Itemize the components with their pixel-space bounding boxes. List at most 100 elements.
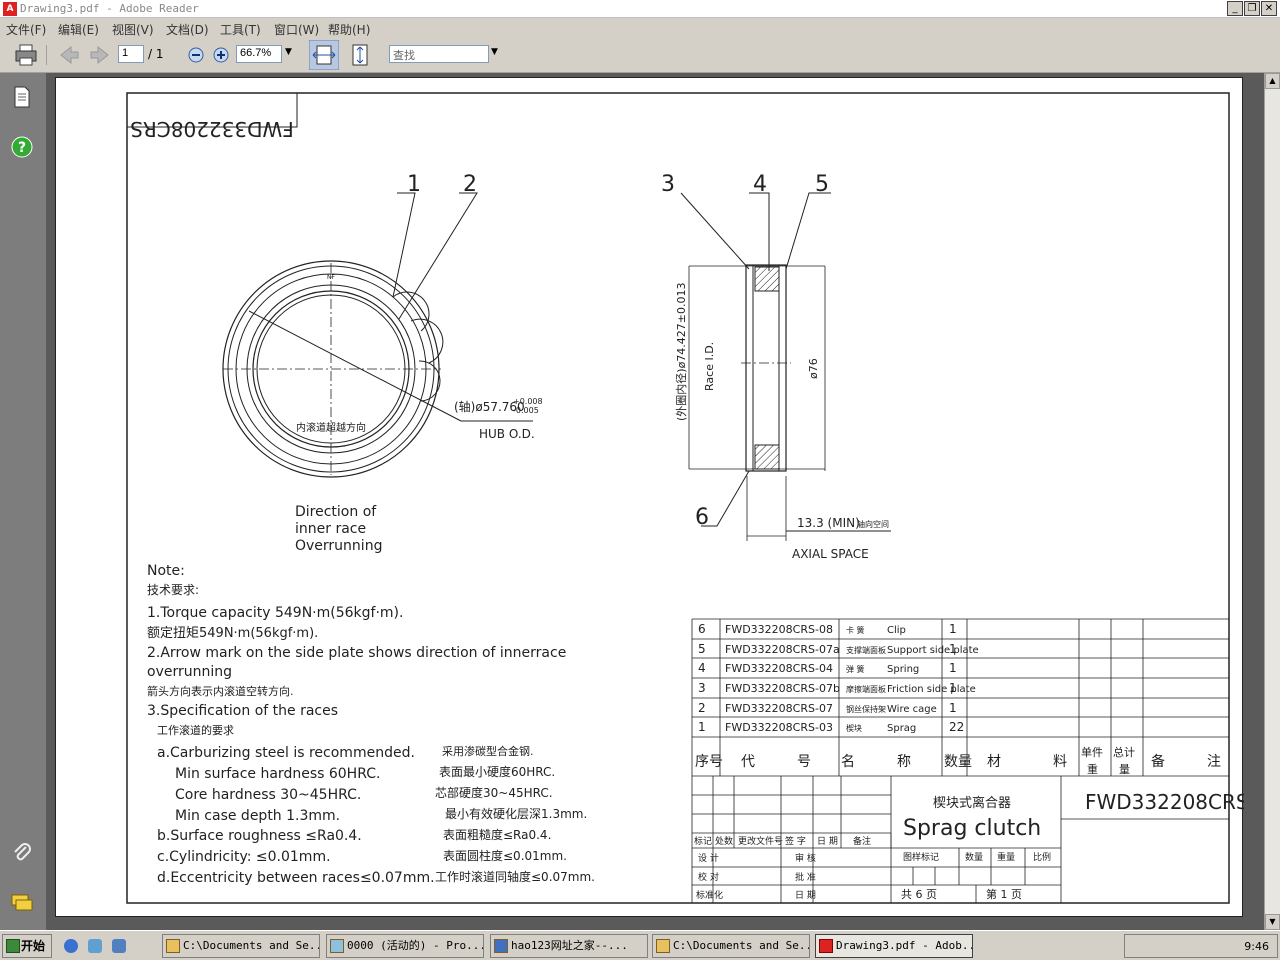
task-explorer-2[interactable]: C:\Documents and Se... (652, 934, 810, 958)
bom-header-qty: 数量 (944, 754, 972, 770)
help-icon[interactable]: ? (10, 135, 34, 159)
callout-6: 6 (695, 505, 709, 530)
app-icon (330, 939, 344, 953)
ie-icon[interactable] (64, 939, 78, 953)
svg-text:数量: 数量 (965, 851, 983, 863)
scroll-down-button[interactable]: ▼ (1265, 914, 1280, 930)
svg-text:标记: 标记 (694, 835, 712, 847)
next-page-icon[interactable] (86, 41, 114, 69)
bom-header-name-1: 名 (841, 754, 855, 770)
vertical-scrollbar[interactable]: ▲ ▼ (1264, 73, 1280, 930)
svg-text:批 准: 批 准 (795, 871, 816, 883)
svg-text:图样标记: 图样标记 (903, 851, 939, 863)
bom-header: 序号 代 号 名 称 数量 材 料 单件 重 总计 量 备 注 (695, 745, 1221, 776)
axial-cn: 轴向空间 (857, 519, 889, 529)
page-number-input[interactable]: 1 (118, 45, 144, 63)
navigation-panel: ? (0, 73, 46, 930)
bom-row-no: 4 (698, 661, 706, 675)
direction-line-3: Overrunning (295, 538, 382, 554)
menu-edit[interactable]: 编辑(E) (58, 21, 99, 38)
fit-width-icon[interactable] (309, 40, 339, 70)
bom-row-name-cn: 钢丝保持架 (846, 704, 886, 714)
bom-row-qty: 1 (949, 661, 957, 675)
spec-d-en: d.Eccentricity between races≤0.07mm. (157, 870, 435, 886)
print-icon[interactable] (12, 41, 40, 69)
bom-row-code: FWD332208CRS-08 (725, 623, 833, 636)
start-button[interactable]: 开始 (2, 934, 52, 958)
zoom-dropdown-icon[interactable]: ▼ (285, 47, 292, 57)
bom-header-unit: 单件 (1081, 746, 1103, 759)
note-line-4: overrunning (147, 664, 232, 680)
svg-text:签 字: 签 字 (785, 835, 806, 847)
task-drawing3[interactable]: Drawing3.pdf - Adob... (815, 934, 973, 958)
svg-text:设 计: 设 计 (698, 852, 719, 864)
svg-text:处数: 处数 (715, 835, 733, 847)
note-line-6: 3.Specification of the races (147, 703, 338, 719)
scroll-up-button[interactable]: ▲ (1265, 73, 1280, 89)
menu-help[interactable]: 帮助(H) (328, 21, 370, 38)
svg-text:校 对: 校 对 (698, 871, 719, 883)
axial-label: AXIAL SPACE (792, 547, 869, 561)
pdf-icon (819, 939, 833, 953)
bom-row-code: FWD332208CRS-07 (725, 702, 833, 715)
search-input[interactable]: 查找 (389, 45, 489, 63)
spec-b-en: b.Surface roughness ≤Ra0.4. (157, 828, 362, 844)
pages-icon[interactable] (10, 85, 34, 109)
adobe-reader-icon: A (3, 2, 17, 16)
callout-3: 3 (661, 172, 675, 197)
svg-text:共 6 页: 共 6 页 (901, 888, 937, 901)
fit-page-icon[interactable] (346, 41, 374, 69)
titleblock-labels: 标记 处数 更改文件号 签 字 日 期 备注 设 计 审 核 校 对 批 准 标… (694, 835, 1051, 901)
folder-icon (656, 939, 670, 953)
system-tray: 9:46 (1124, 934, 1278, 958)
menu-bar: 文件(F) 编辑(E) 视图(V) 文档(D) 工具(T) 窗口(W) 帮助(H… (0, 18, 1280, 37)
od-dim: ø76 (807, 358, 820, 379)
bom-header-code-2: 号 (797, 754, 811, 770)
menu-window[interactable]: 窗口(W) (274, 21, 319, 38)
svg-text:?: ? (18, 140, 26, 156)
zoom-out-icon[interactable] (182, 41, 210, 69)
engineering-drawing: FWD332208CRS NF 1 2 内滚道超越方向 (轴)ø57.760 +… (126, 92, 1244, 904)
bom-row-name-cn: 支撑端面板 (846, 645, 886, 655)
bom-header-total: 总计 (1113, 745, 1135, 759)
task-project[interactable]: 0000 (活动的) - Pro... (326, 934, 484, 958)
spec-a4-en: Min case depth 1.3mm. (175, 808, 340, 824)
attachment-icon[interactable] (10, 841, 34, 865)
toolbar-separator (46, 45, 47, 65)
spec-a-en: a.Carburizing steel is recommended. (157, 745, 415, 761)
bom-row-qty: 1 (949, 642, 957, 656)
menu-document[interactable]: 文档(D) (166, 21, 209, 38)
windows-icon (6, 939, 20, 953)
minimize-button[interactable]: _ (1227, 1, 1243, 16)
pdf-page: FWD332208CRS NF 1 2 内滚道超越方向 (轴)ø57.760 +… (55, 77, 1244, 917)
previous-page-icon[interactable] (55, 41, 83, 69)
menu-tools[interactable]: 工具(T) (220, 21, 261, 38)
menu-file[interactable]: 文件(F) (6, 21, 46, 38)
svg-text:更改文件号: 更改文件号 (738, 835, 783, 847)
hub-label: HUB O.D. (479, 427, 535, 441)
bom-row-name-cn: 楔块 (846, 723, 862, 733)
search-dropdown-icon[interactable]: ▼ (491, 47, 498, 57)
restore-button[interactable]: ❐ (1244, 1, 1260, 16)
close-button[interactable]: ✕ (1261, 1, 1277, 16)
task-explorer-1[interactable]: C:\Documents and Se... (162, 934, 320, 958)
spec-a2-en: Min surface hardness 60HRC. (175, 766, 380, 782)
notes: Note: 技术要求: 1.Torque capacity 549N·m(56k… (147, 563, 595, 886)
quicklaunch-icon[interactable] (88, 939, 102, 953)
svg-text:比例: 比例 (1033, 851, 1051, 863)
spec-c-cn: 表面圆柱度≤0.01mm. (443, 848, 567, 863)
notes-title: Note: (147, 563, 185, 579)
bom-row-qty: 1 (949, 681, 957, 695)
menu-view[interactable]: 视图(V) (112, 21, 154, 38)
note-line-5: 箭头方向表示内滚道空转方向. (147, 684, 294, 698)
zoom-in-icon[interactable] (207, 41, 235, 69)
note-line-1: 1.Torque capacity 549N·m(56kgf·m). (147, 605, 403, 621)
bom-row-code: FWD332208CRS-04 (725, 662, 833, 675)
bom-row-name-cn: 摩擦端面板 (846, 684, 886, 694)
spec-b-cn: 表面粗糙度≤Ra0.4. (443, 827, 551, 842)
task-hao123[interactable]: hao123网址之家--... (490, 934, 648, 958)
zoom-input[interactable]: 66.7% (236, 45, 282, 63)
race-id: Race I.D. (703, 342, 716, 391)
browser-icon[interactable] (112, 939, 126, 953)
comments-icon[interactable] (10, 891, 34, 915)
